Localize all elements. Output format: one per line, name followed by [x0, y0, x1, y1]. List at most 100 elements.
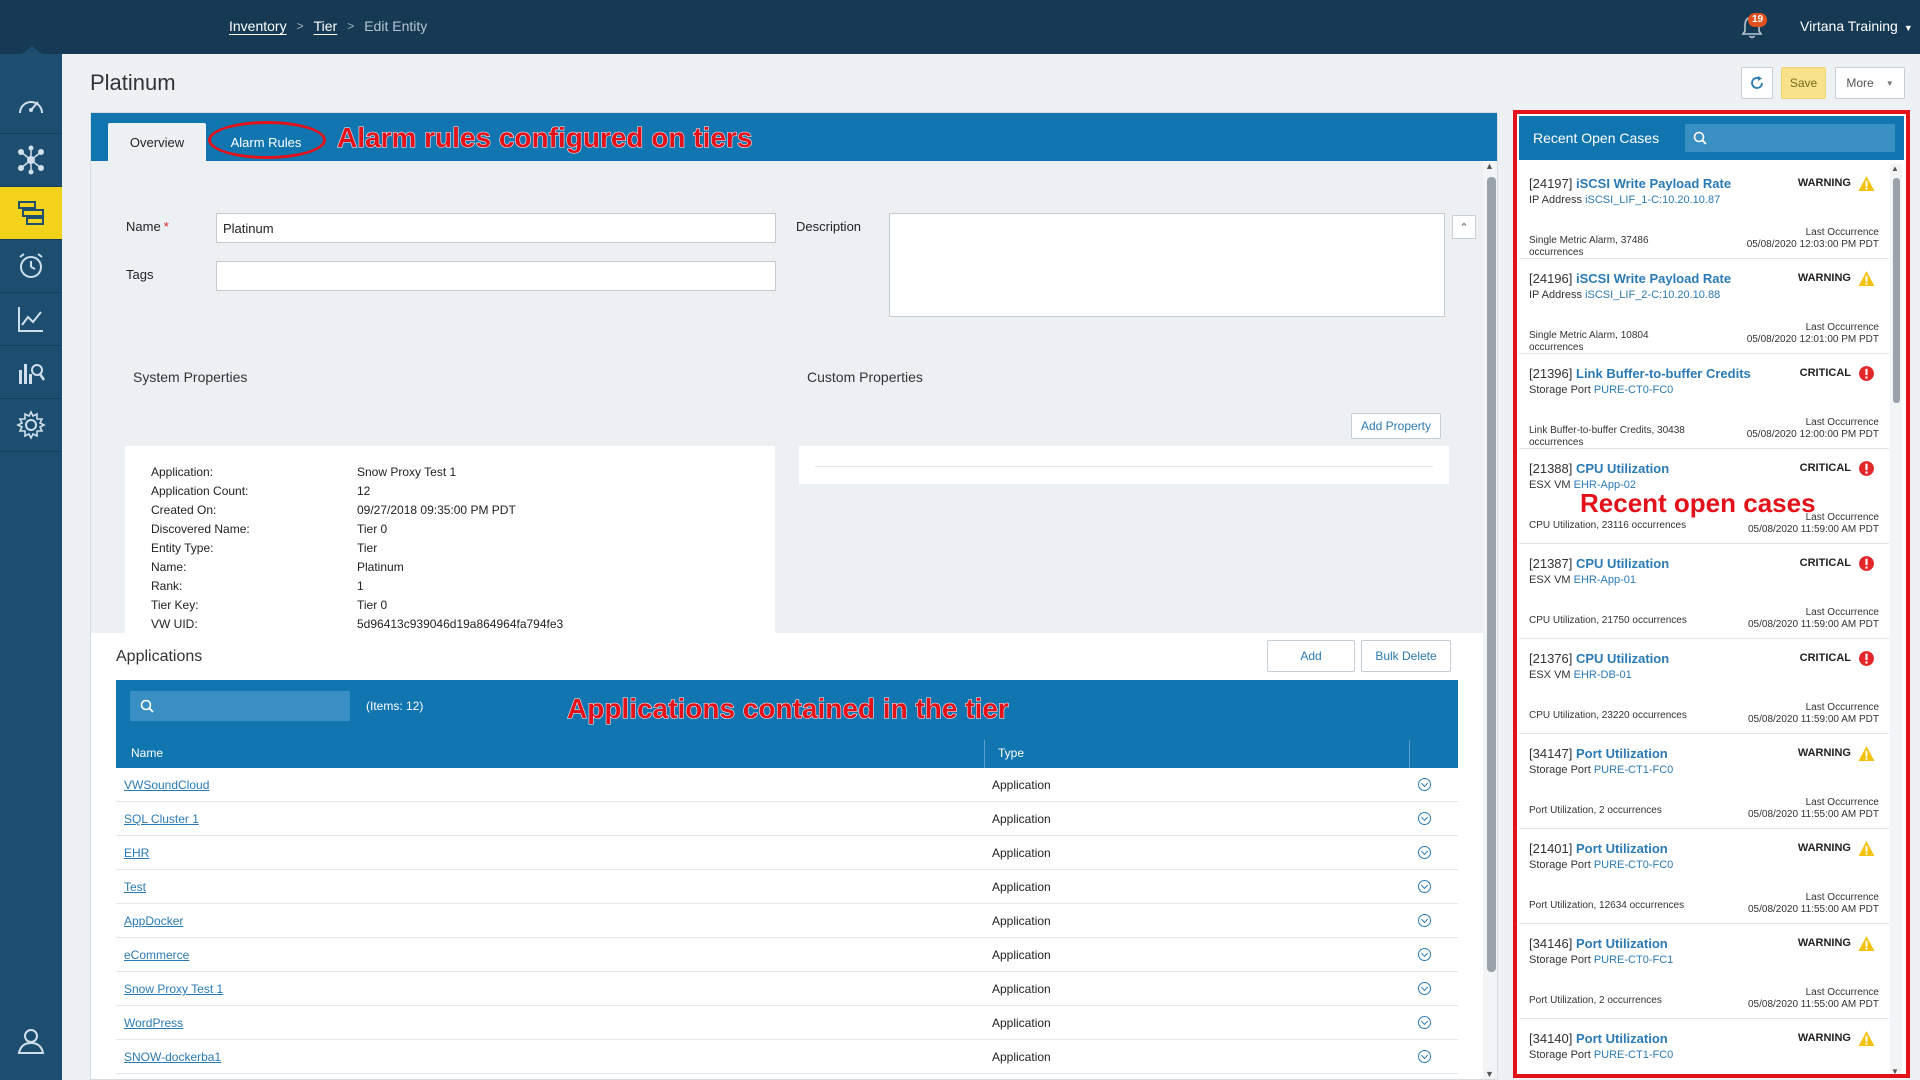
application-link[interactable]: SQL Cluster 1 — [124, 812, 199, 826]
row-expand-icon[interactable] — [1418, 1050, 1431, 1063]
nav-inventory[interactable] — [0, 187, 62, 240]
nav-dashboard[interactable] — [0, 81, 62, 134]
case-entity-link[interactable]: PURE-CT0-FC0 — [1594, 859, 1673, 871]
row-expand-icon[interactable] — [1418, 1016, 1431, 1029]
scrollbar-thumb[interactable] — [1893, 178, 1900, 403]
nav-settings[interactable] — [0, 399, 62, 452]
row-expand-icon[interactable] — [1418, 846, 1431, 859]
case-entity-link[interactable]: iSCSI_LIF_2-C:10.20.10.88 — [1585, 289, 1720, 301]
row-expand-icon[interactable] — [1418, 778, 1431, 791]
bulk-delete-button[interactable]: Bulk Delete — [1361, 640, 1451, 672]
case-item[interactable]: [21396] Link Buffer-to-buffer Credits Sto… — [1519, 354, 1889, 449]
case-name-link[interactable]: CPU Utilization — [1576, 461, 1669, 476]
row-expand-icon[interactable] — [1418, 948, 1431, 961]
case-name-link[interactable]: CPU Utilization — [1576, 651, 1669, 666]
last-occurrence-time: 05/08/2020 11:59:00 AM PDT — [1747, 524, 1879, 535]
cases-search-input[interactable] — [1685, 124, 1895, 152]
description-textarea[interactable] — [889, 213, 1445, 317]
case-name-link[interactable]: Port Utilization — [1576, 746, 1668, 761]
application-link[interactable]: VWSoundCloud — [124, 778, 209, 792]
name-input[interactable] — [216, 213, 776, 243]
breadcrumb-inventory[interactable]: Inventory — [229, 18, 287, 34]
case-name-link[interactable]: Port Utilization — [1576, 1031, 1668, 1046]
case-id: [24197] — [1529, 176, 1573, 191]
application-link[interactable]: WordPress — [124, 1016, 183, 1030]
case-entity-link[interactable]: PURE-CT1-FC0 — [1594, 1049, 1673, 1061]
column-header-name[interactable]: Name — [131, 746, 163, 760]
scroll-up-icon[interactable]: ▲ — [1891, 164, 1899, 173]
row-expand-icon[interactable] — [1418, 880, 1431, 893]
tags-input[interactable] — [216, 261, 776, 291]
case-item[interactable]: [34146] Port Utilization Storage Port PUR… — [1519, 924, 1889, 1019]
case-item[interactable]: [21401] Port Utilization Storage Port PUR… — [1519, 829, 1889, 924]
nav-analytics[interactable] — [0, 293, 62, 346]
case-entity-link[interactable]: iSCSI_LIF_1-C:10.20.10.87 — [1585, 194, 1720, 206]
row-expand-icon[interactable] — [1418, 812, 1431, 825]
case-item[interactable]: [34140] Port Utilization Storage Port PUR… — [1519, 1019, 1889, 1074]
case-title: [21376] CPU Utilization — [1529, 651, 1669, 666]
case-entity-link[interactable]: EHR-DB-01 — [1574, 669, 1632, 681]
case-id: [34140] — [1529, 1031, 1573, 1046]
case-item[interactable]: [24196] iSCSI Write Payload Rate IP Addre… — [1519, 259, 1889, 354]
breadcrumb-tier[interactable]: Tier — [314, 18, 338, 34]
cases-header: Recent Open Cases — [1519, 116, 1904, 160]
scrollbar-thumb[interactable] — [1487, 177, 1496, 972]
case-occurrences: Single Metric Alarm, 37486 occurrences — [1529, 235, 1649, 258]
last-occurrence-time: 05/08/2020 11:59:00 AM PDT — [1747, 619, 1879, 630]
case-item[interactable]: [21387] CPU Utilization ESX VM EHR-App-01… — [1519, 544, 1889, 639]
nav-topology[interactable] — [0, 134, 62, 187]
application-link[interactable]: Snow Proxy Test 1 — [124, 982, 223, 996]
row-expand-icon[interactable] — [1418, 982, 1431, 995]
case-name-link[interactable]: iSCSI Write Payload Rate — [1576, 176, 1731, 191]
case-entity-link[interactable]: PURE-CT0-FC0 — [1594, 384, 1673, 396]
case-title: [21401] Port Utilization — [1529, 841, 1668, 856]
column-header-type[interactable]: Type — [998, 746, 1024, 760]
case-name-link[interactable]: iSCSI Write Payload Rate — [1576, 271, 1731, 286]
last-occurrence-time: 05/08/2020 12:00:00 PM PDT — [1746, 429, 1879, 440]
case-name-link[interactable]: CPU Utilization — [1576, 556, 1669, 571]
property-row: Application: Snow Proxy Test 1 — [151, 465, 456, 479]
main-scrollbar[interactable]: ▲ ▼ — [1483, 161, 1497, 1079]
application-link[interactable]: Test — [124, 880, 146, 894]
refresh-button[interactable] — [1741, 67, 1773, 99]
applications-search-input[interactable] — [130, 691, 350, 721]
application-link[interactable]: EHR — [124, 846, 149, 860]
add-application-button[interactable]: Add — [1267, 640, 1355, 672]
save-button[interactable]: Save — [1781, 67, 1826, 99]
application-link[interactable]: eCommerce — [124, 948, 189, 962]
case-item[interactable]: [21376] CPU Utilization ESX VM EHR-DB-01 C… — [1519, 639, 1889, 734]
case-name-link[interactable]: Port Utilization — [1576, 936, 1668, 951]
scroll-up-icon[interactable]: ▲ — [1485, 161, 1494, 171]
cases-scrollbar[interactable]: ▲ ▼ — [1890, 164, 1902, 1074]
scroll-down-icon[interactable]: ▼ — [1891, 1067, 1899, 1074]
add-property-button[interactable]: Add Property — [1351, 413, 1441, 439]
case-entity-link[interactable]: EHR-App-01 — [1574, 574, 1636, 586]
row-expand-icon[interactable] — [1418, 914, 1431, 927]
case-name-link[interactable]: Port Utilization — [1576, 841, 1668, 856]
overview-section: ⌃ Name* Tags Description System Properti… — [91, 161, 1497, 644]
user-menu[interactable]: Virtana Training ▼ — [1800, 18, 1913, 34]
case-item[interactable]: [34147] Port Utilization Storage Port PUR… — [1519, 734, 1889, 829]
scroll-down-icon[interactable]: ▼ — [1485, 1069, 1494, 1079]
custom-properties-title: Custom Properties — [807, 369, 923, 385]
more-dropdown-button[interactable]: More ▼ — [1835, 67, 1905, 99]
nav-reports[interactable] — [0, 346, 62, 399]
nav-user-profile[interactable] — [0, 1014, 62, 1067]
case-entity-link[interactable]: PURE-CT0-FC1 — [1594, 954, 1673, 966]
application-link[interactable]: AppDocker — [124, 914, 183, 928]
collapse-button[interactable]: ⌃ — [1452, 215, 1476, 239]
application-type: Application — [992, 880, 1051, 894]
property-key: Application Count: — [151, 484, 249, 498]
case-entity-link[interactable]: PURE-CT1-FC0 — [1594, 764, 1673, 776]
property-key: Entity Type: — [151, 541, 214, 555]
table-row: AppDocker Application — [116, 904, 1458, 938]
tab-overview[interactable]: Overview — [108, 123, 206, 161]
case-severity: CRITICAL — [1799, 462, 1851, 474]
case-last-occurrence: Last Occurrence 05/08/2020 11:59:00 AM PD… — [1748, 702, 1879, 726]
case-occurrences: Single Metric Alarm, 10804 occurrences — [1529, 330, 1649, 353]
application-link[interactable]: SNOW-dockerba1 — [124, 1050, 221, 1064]
case-item[interactable]: [24197] iSCSI Write Payload Rate IP Addre… — [1519, 164, 1889, 259]
case-name-link[interactable]: Link Buffer-to-buffer Credits — [1576, 366, 1751, 381]
nav-alarms[interactable] — [0, 240, 62, 293]
application-type: Application — [992, 982, 1051, 996]
